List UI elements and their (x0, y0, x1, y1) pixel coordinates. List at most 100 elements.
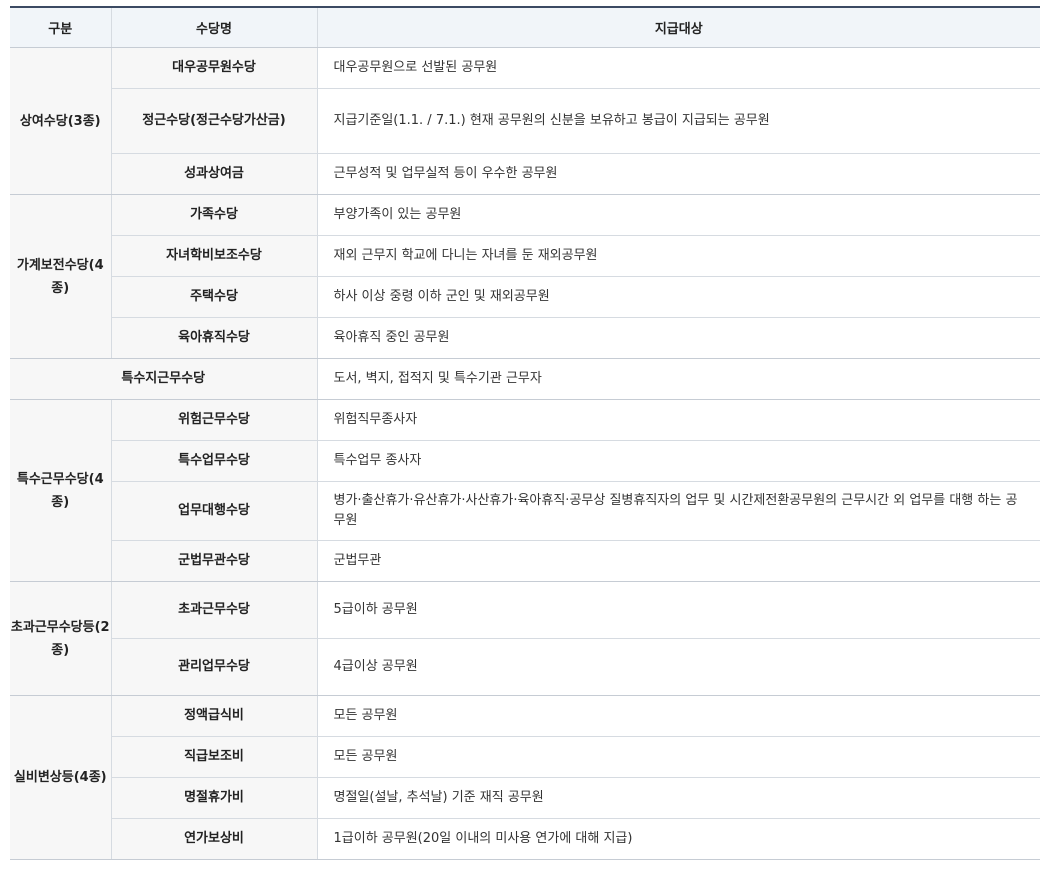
table-row: 명절휴가비 명절일(설날, 추석날) 기준 재직 공무원 (10, 777, 1040, 819)
allowance-name: 특수업무수당 (111, 440, 318, 482)
table-header: 구분 수당명 지급대상 (10, 8, 1040, 48)
allowance-table: 구분 수당명 지급대상 상여수당(3종) 대우공무원수당 대우공무원으로 선발된 공… (10, 8, 1040, 860)
allowance-table-container: 구분 수당명 지급대상 상여수당(3종) 대우공무원수당 대우공무원으로 선발된 공… (10, 6, 1040, 860)
category-cell: 초과근무수당등(2종) (10, 581, 112, 696)
allowance-name: 관리업무수당 (111, 638, 318, 696)
allowance-name-line: 정액급식비 (184, 708, 244, 723)
allowance-name: 연가보상비 (111, 818, 318, 860)
eligibility-text: 4급이상 공무원 (317, 638, 1040, 696)
table-row: 직급보조비 모든 공무원 (10, 736, 1040, 778)
allowance-name: 명절휴가비 (111, 777, 318, 819)
allowance-name-line: 연가보상비 (184, 831, 244, 846)
table-row: 특수근무수당(4종) 위험근무수당 위험직무종사자 (10, 399, 1040, 582)
allowance-name: 가족수당 (111, 194, 318, 236)
category-cell: 실비변상등(4종) (10, 695, 112, 860)
category-label-line: 가계 (16, 257, 41, 273)
category-cell: 가계보전수당(4종) (10, 194, 112, 359)
allowance-name: 정액급식비 (111, 695, 318, 737)
table-row: 자녀학비보조수당 재외 근무지 학교에 다니는 자녀를 둔 재외공무원 (10, 235, 1040, 277)
category-label-line: 수당등 (58, 619, 95, 635)
allowance-name-line: 초과근무수당 (178, 602, 250, 617)
allowance-name: 주택수당 (111, 276, 318, 318)
allowance-name-line: 위험근무수당 (178, 412, 250, 427)
category-label-line: 초과 (10, 619, 35, 635)
eligibility-text: 하사 이상 중령 이하 군인 및 재외공무원 (317, 276, 1040, 318)
allowance-name: 성과상여금 (111, 153, 318, 195)
eligibility-text: 병가·출산휴가·유산휴가·사산휴가·육아휴직·공무상 질병휴직자의 업무 및 시… (317, 481, 1040, 541)
allowance-name-line: 정근수당 (142, 113, 191, 128)
allowance-name: 위험근무수당 (111, 399, 318, 441)
eligibility-text: 특수업무 종사자 (317, 440, 1040, 482)
allowance-name: 특수지근무수당 (10, 358, 318, 400)
category-label-line: 수당 (64, 257, 89, 273)
category-label-line: 근무 (40, 471, 65, 487)
header-eligibility: 지급대상 (317, 8, 1040, 48)
table-row: 초과근무수당등(2종) 초과근무수당 5급이하 공무원 (10, 581, 1040, 696)
eligibility-text: 5급이하 공무원 (317, 581, 1040, 639)
allowance-name-line: 업무대행수당 (178, 503, 250, 518)
eligibility-text: 대우공무원으로 선발된 공무원 (317, 47, 1040, 89)
category-label-line: 상여 (19, 113, 44, 129)
allowance-name-line: 군법무관수당 (178, 553, 250, 568)
allowance-name: 업무대행수당 (111, 481, 318, 541)
category-label-line: 변상등 (37, 770, 74, 785)
allowance-name-line: 가족수당 (190, 207, 238, 222)
category-label-line: 실비 (13, 770, 38, 785)
table-row: 군법무관수당 군법무관 (10, 540, 1040, 582)
table-row: 성과상여금 근무성적 및 업무실적 등이 우수한 공무원 (10, 153, 1040, 195)
table-row: 연가보상비 1급이하 공무원(20일 이내의 미사용 연가에 대해 지급) (10, 818, 1040, 860)
eligibility-text: 1급이하 공무원(20일 이내의 미사용 연가에 대해 지급) (317, 818, 1040, 860)
allowance-name-line: 관리업무수당 (178, 659, 250, 674)
eligibility-text: 모든 공무원 (317, 736, 1040, 778)
category-cell: 특수근무수당(4종) (10, 399, 112, 582)
category-label-line: 보전 (40, 257, 65, 273)
table-row: 특수지근무수당 도서, 벽지, 접적지 및 특수기관 근무자 (10, 358, 1040, 400)
table-row: 업무대행수당 병가·출산휴가·유산휴가·사산휴가·육아휴직·공무상 질병휴직자의 … (10, 481, 1040, 541)
header-category: 구분 (10, 8, 112, 48)
allowance-name-line: 특수업무수당 (178, 453, 250, 468)
category-label-line: 근무 (34, 619, 59, 635)
category-label-line: (3종) (67, 113, 101, 129)
eligibility-text: 도서, 벽지, 접적지 및 특수기관 근무자 (317, 358, 1040, 400)
table-row: 관리업무수당 4급이상 공무원 (10, 638, 1040, 696)
allowance-name-line: 성과상여금 (184, 166, 244, 181)
allowance-name-line: 직급보조비 (184, 749, 244, 764)
eligibility-text: 육아휴직 중인 공무원 (317, 317, 1040, 359)
eligibility-text: 근무성적 및 업무실적 등이 우수한 공무원 (317, 153, 1040, 195)
table-row: 육아휴직수당 육아휴직 중인 공무원 (10, 317, 1040, 359)
allowance-name-line: 주택수당 (190, 289, 238, 304)
allowance-name: 자녀학비보조수당 (111, 235, 318, 277)
allowance-name: 군법무관수당 (111, 540, 318, 582)
table-body: 상여수당(3종) 대우공무원수당 대우공무원으로 선발된 공무원 정근수당(정근수당가… (10, 47, 1040, 860)
allowance-name: 대우공무원수당 (111, 47, 318, 89)
header-allowance-name: 수당명 (111, 8, 318, 48)
allowance-name: 정근수당(정근수당가산금) (111, 88, 318, 154)
table-row: 상여수당(3종) 대우공무원수당 대우공무원으로 선발된 공무원 (10, 47, 1040, 195)
eligibility-text: 지급기준일(1.1. / 7.1.) 현재 공무원의 신분을 보유하고 봉급이 … (317, 88, 1040, 154)
table-row: 정근수당(정근수당가산금) 지급기준일(1.1. / 7.1.) 현재 공무원의 … (10, 88, 1040, 154)
category-label-line: 수당 (64, 471, 89, 487)
category-cell: 상여수당(3종) (10, 47, 112, 195)
table-row: 주택수당 하사 이상 중령 이하 군인 및 재외공무원 (10, 276, 1040, 318)
header-row: 구분 수당명 지급대상 (10, 8, 1040, 48)
table-row: 특수업무수당 특수업무 종사자 (10, 440, 1040, 482)
eligibility-text: 부양가족이 있는 공무원 (317, 194, 1040, 236)
eligibility-text: 명절일(설날, 추석날) 기준 재직 공무원 (317, 777, 1040, 819)
allowance-name-line: 대우공무원수당 (172, 60, 256, 75)
allowance-name: 직급보조비 (111, 736, 318, 778)
table-row: 실비변상등(4종) 정액급식비 모든 공무원 (10, 695, 1040, 860)
category-label-line: 특수 (16, 471, 41, 487)
allowance-name-line: (정근수당가산금) (190, 113, 286, 128)
category-label-line: 수당 (43, 113, 68, 129)
eligibility-text: 재외 근무지 학교에 다니는 자녀를 둔 재외공무원 (317, 235, 1040, 277)
eligibility-text: 위험직무종사자 (317, 399, 1040, 441)
allowance-name: 초과근무수당 (111, 581, 318, 639)
allowance-name-line: 육아휴직수당 (178, 330, 250, 345)
allowance-name: 육아휴직수당 (111, 317, 318, 359)
allowance-name-line: 자녀학비보조수당 (166, 248, 262, 263)
eligibility-text: 모든 공무원 (317, 695, 1040, 737)
category-label-line: (4종) (73, 770, 107, 785)
table-row: 가계보전수당(4종) 가족수당 부양가족이 있는 공무원 (10, 194, 1040, 359)
allowance-name-line: 명절휴가비 (184, 790, 244, 805)
eligibility-text: 군법무관 (317, 540, 1040, 582)
